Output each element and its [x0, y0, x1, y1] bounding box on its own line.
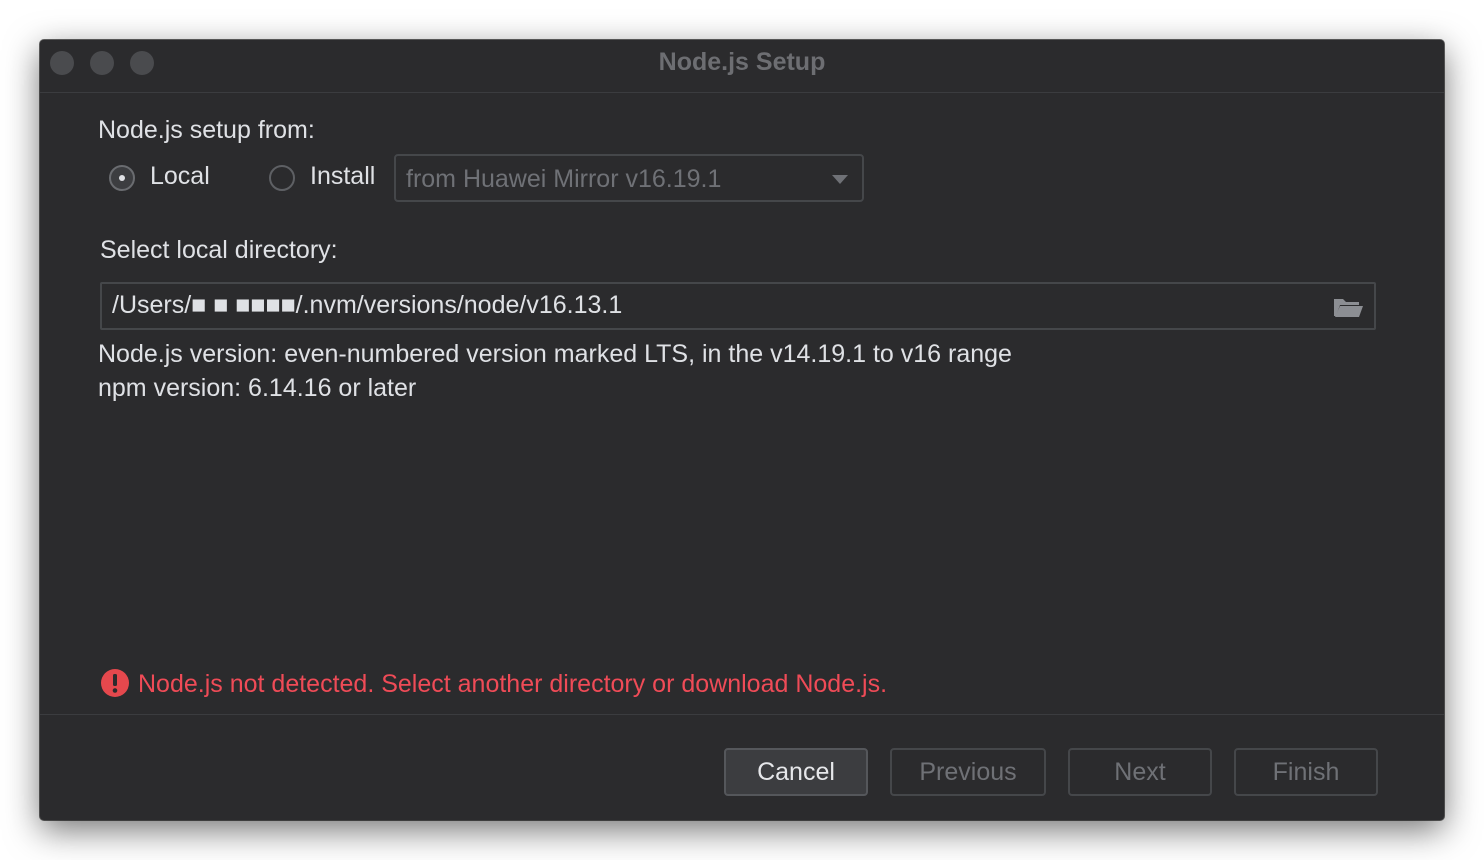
install-radio-label[interactable]: Install	[310, 162, 375, 191]
previous-button[interactable]: Previous	[890, 748, 1046, 796]
folder-open-icon[interactable]	[1332, 295, 1364, 319]
node-version-requirement: Node.js version: even-numbered version m…	[98, 340, 1012, 368]
local-directory-value[interactable]: /Users/■ ■ ■■■■/.nvm/versions/node/v16.1…	[112, 291, 622, 320]
window-title: Node.js Setup	[658, 48, 826, 76]
local-radio[interactable]	[109, 165, 135, 191]
cancel-button[interactable]: Cancel	[724, 748, 868, 796]
install-radio[interactable]	[269, 165, 295, 191]
next-button[interactable]: Next	[1068, 748, 1212, 796]
install-source-selected: from Huawei Mirror v16.19.1	[406, 165, 722, 193]
local-directory-field[interactable]: /Users/■ ■ ■■■■/.nvm/versions/node/v16.1…	[100, 282, 1376, 330]
error-message: Node.js not detected. Select another dir…	[138, 670, 888, 698]
radio-selected-dot	[119, 175, 125, 181]
local-radio-label[interactable]: Local	[150, 162, 210, 191]
setup-from-label: Node.js setup from:	[98, 116, 315, 144]
nodejs-setup-dialog: Node.js Setup Node.js setup from: Local …	[40, 40, 1444, 820]
finish-button[interactable]: Finish	[1234, 748, 1378, 796]
error-icon	[101, 669, 129, 697]
local-directory-label: Select local directory:	[100, 236, 338, 264]
npm-version-requirement: npm version: 6.14.16 or later	[98, 374, 417, 402]
title-bar: Node.js Setup	[40, 40, 1444, 93]
footer-divider	[40, 714, 1444, 715]
chevron-down-icon	[832, 175, 848, 184]
install-source-dropdown[interactable]: from Huawei Mirror v16.19.1	[394, 154, 864, 202]
